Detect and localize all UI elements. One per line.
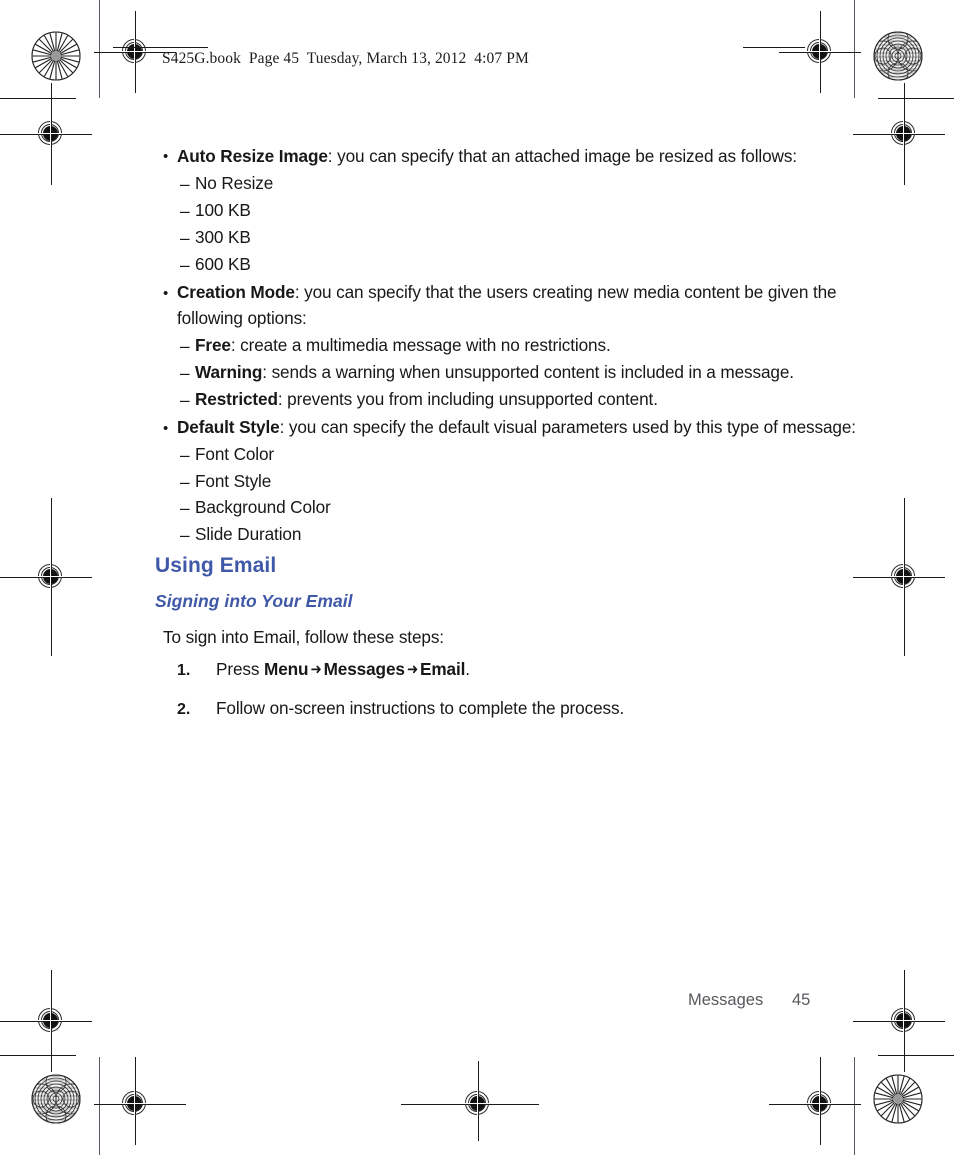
crop-line-bottom-right-horizontal <box>878 1055 954 1056</box>
bullet-text: : you can specify the default visual par… <box>279 417 857 437</box>
crop-line-top-left-horizontal <box>0 98 76 99</box>
bullet-item-default-style: Default Style: you can specify the defau… <box>177 417 857 437</box>
step-prefix: Press <box>216 659 264 679</box>
registration-target-left-lower <box>0 970 92 1072</box>
header-rule <box>113 47 208 48</box>
bullet-item-auto-resize-image: Auto Resize Image: you can specify that … <box>177 146 797 166</box>
registration-target-bottom-left <box>94 1057 186 1145</box>
step-number-2: 2. <box>177 701 191 718</box>
sub-item-term: Restricted <box>195 389 278 409</box>
sub-dash-marker: – <box>180 525 190 545</box>
intro-paragraph: To sign into Email, follow these steps: <box>163 627 444 647</box>
starburst-registration-mark-top-left <box>31 31 81 81</box>
registration-target-right-lower <box>853 970 945 1072</box>
bullet-marker: • <box>163 148 169 165</box>
crop-line-top-left-vertical <box>99 0 100 98</box>
sub-item-background-color: Background Color <box>195 497 331 517</box>
sub-dash-marker: – <box>180 228 190 248</box>
step-menu-item: Menu <box>264 659 309 679</box>
crop-line-top-right-horizontal <box>878 98 954 99</box>
sub-dash-marker: – <box>180 498 190 518</box>
registration-target-left-middle <box>0 498 92 656</box>
bullet-marker: • <box>163 285 169 302</box>
registration-target-bottom-center <box>401 1061 539 1141</box>
bullet-term: Default Style <box>177 417 280 437</box>
crop-line-bottom-left-horizontal <box>0 1055 76 1056</box>
sub-item-text: : sends a warning when unsupported conte… <box>262 362 794 382</box>
bullet-marker: • <box>163 420 169 437</box>
registration-target-top-right <box>779 11 861 93</box>
sub-item-100-kb: 100 KB <box>195 200 251 220</box>
sub-dash-marker: – <box>180 336 190 356</box>
starburst-registration-mark-bottom-right <box>873 1074 923 1124</box>
manual-page: S425G.book Page 45 Tuesday, March 13, 20… <box>0 0 954 1155</box>
bullet-item-creation-mode: Creation Mode: you can specify that the … <box>177 282 837 302</box>
sub-item-font-color: Font Color <box>195 444 275 464</box>
registration-target-right-middle <box>853 498 945 656</box>
crop-line-top-right-vertical <box>854 0 855 98</box>
sub-item-term: Warning <box>195 362 263 382</box>
sub-dash-marker: – <box>180 472 190 492</box>
registration-target-bottom-right <box>769 1057 861 1145</box>
sub-dash-marker: – <box>180 201 190 221</box>
step-menu-item: Messages <box>323 659 405 679</box>
footer-section-label: Messages <box>688 991 764 1009</box>
arrow-right-icon: ➜ <box>406 660 419 678</box>
sub-dash-marker: – <box>180 390 190 410</box>
step-item-2: Follow on-screen instructions to complet… <box>216 698 625 718</box>
registration-target-left-upper <box>0 83 92 185</box>
bullet-term: Creation Mode <box>177 282 295 302</box>
arrow-right-icon: ➜ <box>310 660 322 678</box>
sub-item-restricted: Restricted: prevents you from including … <box>195 389 658 409</box>
header-stamp-text: S425G.book Page 45 Tuesday, March 13, 20… <box>162 50 529 67</box>
bullet-text: : you can specify that the users creatin… <box>294 282 837 302</box>
registration-target-right-upper <box>853 83 945 185</box>
crop-line-bottom-right-vertical <box>854 1057 855 1155</box>
sub-item-no-resize: No Resize <box>195 173 274 193</box>
step-number-1: 1. <box>177 662 191 679</box>
sub-dash-marker: – <box>180 445 190 465</box>
moire-registration-mark-top-right <box>873 31 923 81</box>
bullet-term: Auto Resize Image <box>177 146 328 166</box>
sub-item-term: Free <box>195 335 231 355</box>
section-heading-using-email: Using Email <box>155 554 277 577</box>
sub-item-text: : prevents you from including unsupporte… <box>277 389 658 409</box>
sub-item-600-kb: 600 KB <box>195 254 251 274</box>
sub-item-free: Free: create a multimedia message with n… <box>195 335 611 355</box>
sub-dash-marker: – <box>180 255 190 275</box>
header-rule-right <box>743 47 805 48</box>
crop-line-bottom-left-vertical <box>99 1057 100 1155</box>
bullet-text: : you can specify that an attached image… <box>327 146 797 166</box>
sub-item-text: : create a multimedia message with no re… <box>230 335 611 355</box>
sub-dash-marker: – <box>180 363 190 383</box>
sub-item-warning: Warning: sends a warning when unsupporte… <box>195 362 794 382</box>
step-suffix: . <box>465 659 470 679</box>
sub-item-slide-duration: Slide Duration <box>195 524 302 544</box>
bullet-item-creation-mode-continuation: following options: <box>177 308 307 328</box>
step-item-1: Press Menu ➜ Messages ➜ Email. <box>216 659 470 679</box>
sub-item-font-style: Font Style <box>195 471 272 491</box>
footer-page-number: 45 <box>792 991 811 1009</box>
sub-dash-marker: – <box>180 174 190 194</box>
moire-registration-mark-bottom-left <box>31 1074 81 1124</box>
registration-target-top-left <box>94 11 176 93</box>
subsection-heading-signing-into-your-email: Signing into Your Email <box>155 591 353 611</box>
sub-item-300-kb: 300 KB <box>195 227 251 247</box>
step-menu-item: Email <box>420 659 466 679</box>
